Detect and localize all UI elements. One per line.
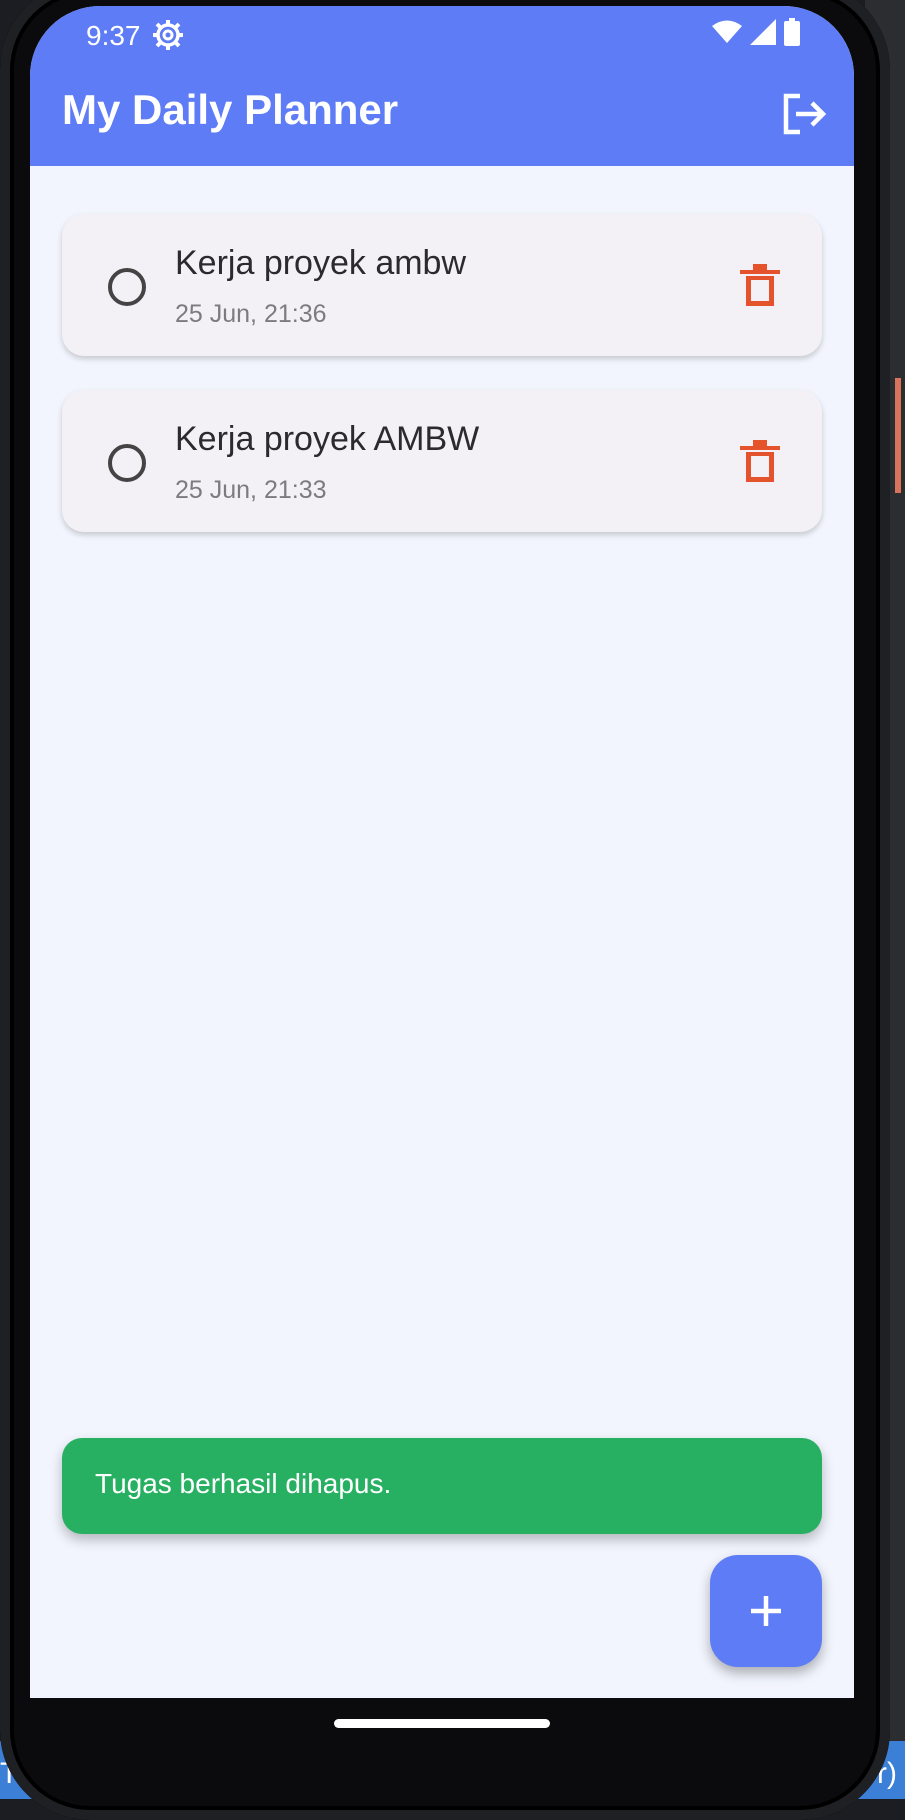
task-time: 25 Jun, 21:33	[175, 476, 327, 504]
battery-icon	[784, 18, 800, 46]
task-title: Kerja proyek ambw	[175, 244, 467, 282]
snackbar-message: Tugas berhasil dihapus.	[95, 1468, 392, 1499]
delete-icon[interactable]	[740, 440, 780, 482]
page-title: My Daily Planner	[62, 86, 399, 133]
task-card[interactable]: Kerja proyek ambw 25 Jun, 21:36	[62, 214, 822, 356]
plus-icon	[751, 1596, 781, 1626]
background-accent-strip	[895, 378, 901, 493]
status-time: 9:37	[86, 20, 141, 51]
task-title: Kerja proyek AMBW	[175, 420, 480, 458]
task-time: 25 Jun, 21:36	[175, 300, 327, 328]
delete-icon[interactable]	[740, 264, 780, 306]
snackbar: Tugas berhasil dihapus.	[62, 1438, 822, 1534]
app-screen: 9:37 My Daily Planner Kerja proyek ambw …	[30, 6, 854, 1698]
logout-icon[interactable]	[780, 90, 828, 138]
app-bar: 9:37 My Daily Planner	[30, 6, 854, 166]
settings-gear-icon	[153, 20, 183, 50]
task-checkbox[interactable]	[108, 268, 146, 306]
gesture-navigation-bar[interactable]	[334, 1719, 550, 1728]
phone-frame: 9:37 My Daily Planner Kerja proyek ambw …	[0, 0, 890, 1820]
cellular-signal-icon	[750, 19, 776, 45]
add-task-button[interactable]	[710, 1555, 822, 1667]
wifi-icon	[712, 20, 742, 43]
status-icons	[712, 18, 800, 46]
task-card[interactable]: Kerja proyek AMBW 25 Jun, 21:33	[62, 390, 822, 532]
task-checkbox[interactable]	[108, 444, 146, 482]
